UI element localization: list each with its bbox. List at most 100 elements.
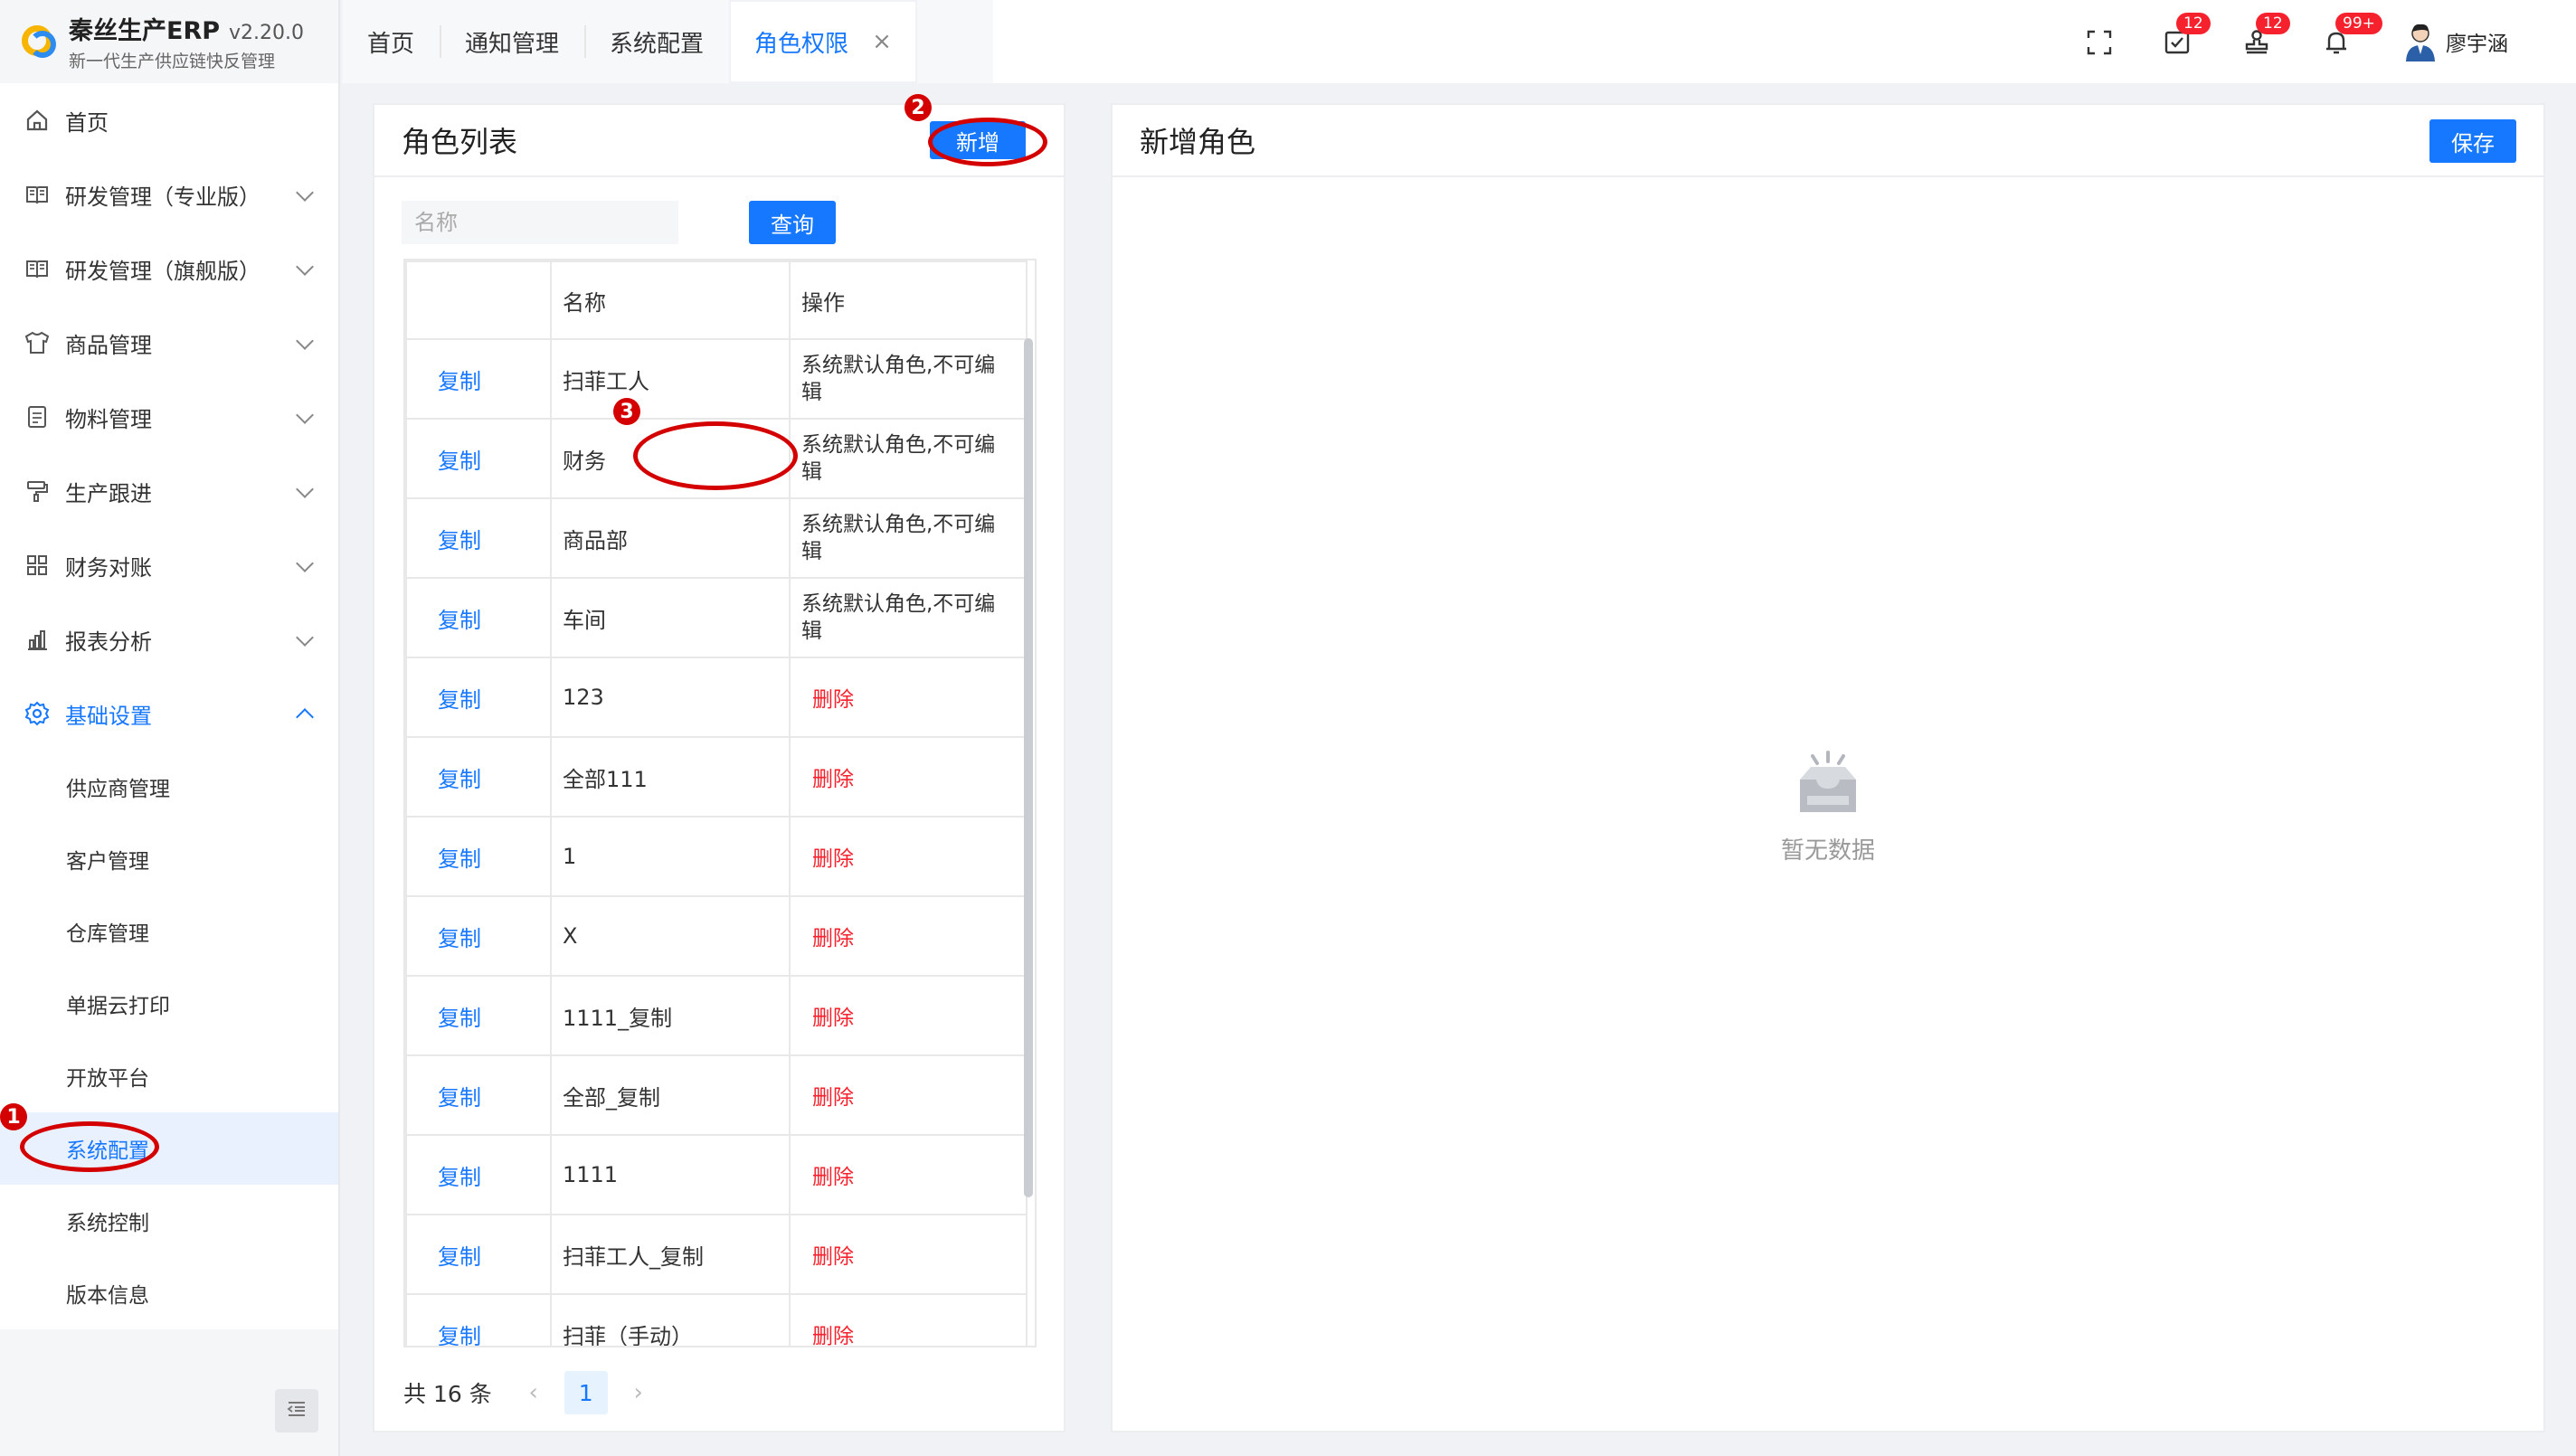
tab-system-config[interactable]: 系统配置 — [584, 0, 729, 83]
sidebar-subitem-version-info[interactable]: 版本信息 — [0, 1257, 338, 1329]
delete-role-link[interactable]: 删除 — [789, 1134, 1028, 1215]
table-row: 复制 商品部 系统默认角色,不可编辑 — [405, 497, 1028, 579]
delete-role-link[interactable]: 删除 — [789, 657, 1028, 738]
book-icon — [24, 255, 51, 282]
sidebar-subitem-suppliers[interactable]: 供应商管理 — [0, 751, 338, 823]
copy-role-link[interactable]: 复制 — [405, 338, 552, 420]
sidebar-item-finance[interactable]: 财务对账 — [0, 528, 338, 602]
sidebar-item-basic-settings[interactable]: 基础设置 — [0, 676, 338, 751]
copy-role-link[interactable]: 复制 — [405, 1214, 552, 1295]
role-name-cell: 扫菲（手动） — [550, 1293, 791, 1346]
sidebar-subitem-customers[interactable]: 客户管理 — [0, 823, 338, 895]
sidebar-item-goods[interactable]: 商品管理 — [0, 306, 338, 380]
table-row: 复制 全部111 删除 — [405, 736, 1028, 818]
role-name-cell: 商品部 — [550, 497, 791, 579]
task-check-icon[interactable]: 12 — [2160, 13, 2211, 60]
query-button[interactable]: 查询 — [749, 201, 836, 244]
sidebar-item-label: 财务对账 — [65, 554, 152, 581]
copy-role-link[interactable]: 复制 — [405, 1054, 552, 1136]
sidebar-subitem-cloud-print[interactable]: 单据云打印 — [0, 968, 338, 1040]
empty-inbox-icon — [1787, 751, 1869, 825]
new-role-panel: 新增角色 保存 暂无数据 — [1111, 103, 2545, 1432]
shirt-icon — [24, 329, 51, 356]
table-row: 复制 1 删除 — [405, 816, 1028, 897]
collapse-sidebar-button[interactable] — [275, 1389, 318, 1432]
copy-role-link[interactable]: 复制 — [405, 657, 552, 738]
user-name: 廖宇涵 — [2446, 33, 2508, 56]
chevron-down-icon — [296, 332, 314, 350]
stamp-icon[interactable]: 12 — [2240, 13, 2290, 60]
copy-role-link[interactable]: 复制 — [405, 736, 552, 818]
sidebar-item-home[interactable]: 首页 — [0, 83, 338, 157]
table-row: 复制 1111_复制 删除 — [405, 975, 1028, 1056]
sidebar-item-rd-pro[interactable]: 研发管理（专业版） — [0, 157, 338, 232]
copy-role-link[interactable]: 复制 — [405, 497, 552, 579]
sidebar-item-rd-flagship[interactable]: 研发管理（旗舰版） — [0, 232, 338, 306]
delete-role-link[interactable]: 删除 — [789, 816, 1028, 897]
annotation-ellipse-1 — [20, 1121, 159, 1172]
annotation-number-1: 1 — [0, 1103, 27, 1130]
total-count: 共 16 条 — [403, 1381, 492, 1407]
sidebar-item-production[interactable]: 生产跟进 — [0, 454, 338, 528]
close-tab-icon[interactable]: × — [872, 28, 892, 55]
sidebar-subitem-open-platform[interactable]: 开放平台 — [0, 1040, 338, 1112]
chevron-down-icon — [296, 554, 314, 572]
sidebar-item-label: 基础设置 — [65, 703, 152, 729]
top-bar: 首页 通知管理 系统配置 角色权限 × 12 12 99+ 廖宇涵 — [342, 0, 2576, 83]
column-header: 名称 — [550, 260, 791, 340]
role-name-cell: 1111 — [550, 1134, 791, 1215]
panel-title: 角色列表 — [402, 125, 518, 159]
page-number-button[interactable]: 1 — [564, 1371, 608, 1414]
copy-role-link[interactable]: 复制 — [405, 895, 552, 977]
table-row: 复制 123 删除 — [405, 657, 1028, 738]
table-scrollbar[interactable] — [1024, 338, 1033, 1197]
copy-role-link[interactable]: 复制 — [405, 1134, 552, 1215]
sidebar-item-label: 研发管理（专业版） — [65, 184, 260, 210]
notification-count-badge: 99+ — [2335, 13, 2382, 34]
chevron-down-icon — [296, 184, 314, 202]
table-header-row: 名称 操作 — [405, 260, 1028, 340]
sidebar-item-materials[interactable]: 物料管理 — [0, 380, 338, 454]
table-row: 复制 1111 删除 — [405, 1134, 1028, 1215]
role-name-cell: X — [550, 895, 791, 977]
tab-home[interactable]: 首页 — [342, 0, 440, 83]
copy-role-link[interactable]: 复制 — [405, 816, 552, 897]
sidebar-subitem-system-control[interactable]: 系统控制 — [0, 1185, 338, 1257]
delete-role-link[interactable]: 删除 — [789, 895, 1028, 977]
bell-icon[interactable]: 99+ — [2319, 13, 2382, 60]
sidebar-item-label: 报表分析 — [65, 629, 152, 655]
sidebar-subitem-warehouses[interactable]: 仓库管理 — [0, 895, 338, 968]
system-default-note: 系统默认角色,不可编辑 — [789, 338, 1028, 420]
gear-icon — [24, 700, 51, 727]
table-row: 复制 扫菲工人 系统默认角色,不可编辑 — [405, 338, 1028, 420]
copy-role-link[interactable]: 复制 — [405, 975, 552, 1056]
chevron-down-icon — [296, 629, 314, 647]
sidebar-item-reports[interactable]: 报表分析 — [0, 602, 338, 676]
copy-role-link[interactable]: 复制 — [405, 418, 552, 499]
fullscreen-icon[interactable] — [2082, 25, 2117, 60]
role-name-cell: 扫菲工人 — [550, 338, 791, 420]
empty-text: 暂无数据 — [1780, 837, 1875, 865]
role-name-cell: 车间 — [550, 577, 791, 658]
delete-role-link[interactable]: 删除 — [789, 975, 1028, 1056]
copy-role-link[interactable]: 复制 — [405, 1293, 552, 1346]
panel-title: 新增角色 — [1140, 125, 1256, 159]
book-icon — [24, 181, 51, 208]
sidebar: 秦丝生产ERP v2.20.0 新一代生产供应链快反管理 首页 研发管理（专业版）… — [0, 0, 340, 1456]
delete-role-link[interactable]: 删除 — [789, 1293, 1028, 1346]
delete-role-link[interactable]: 删除 — [789, 1054, 1028, 1136]
chevron-down-icon — [296, 480, 314, 498]
copy-role-link[interactable]: 复制 — [405, 577, 552, 658]
tab-role-permissions[interactable]: 角色权限 × — [729, 0, 917, 83]
prev-page-icon[interactable]: ‹ — [516, 1379, 552, 1406]
role-name-cell: 全部_复制 — [550, 1054, 791, 1136]
next-page-icon[interactable]: › — [620, 1379, 657, 1406]
delete-role-link[interactable]: 删除 — [789, 1214, 1028, 1295]
sidebar-item-label: 首页 — [65, 109, 109, 136]
delete-role-link[interactable]: 删除 — [789, 736, 1028, 818]
save-button[interactable]: 保存 — [2429, 119, 2516, 163]
role-name-search-input[interactable] — [402, 201, 678, 244]
tab-notifications[interactable]: 通知管理 — [440, 0, 584, 83]
user-menu[interactable]: 廖宇涵 — [2402, 22, 2508, 61]
document-icon — [24, 403, 51, 430]
